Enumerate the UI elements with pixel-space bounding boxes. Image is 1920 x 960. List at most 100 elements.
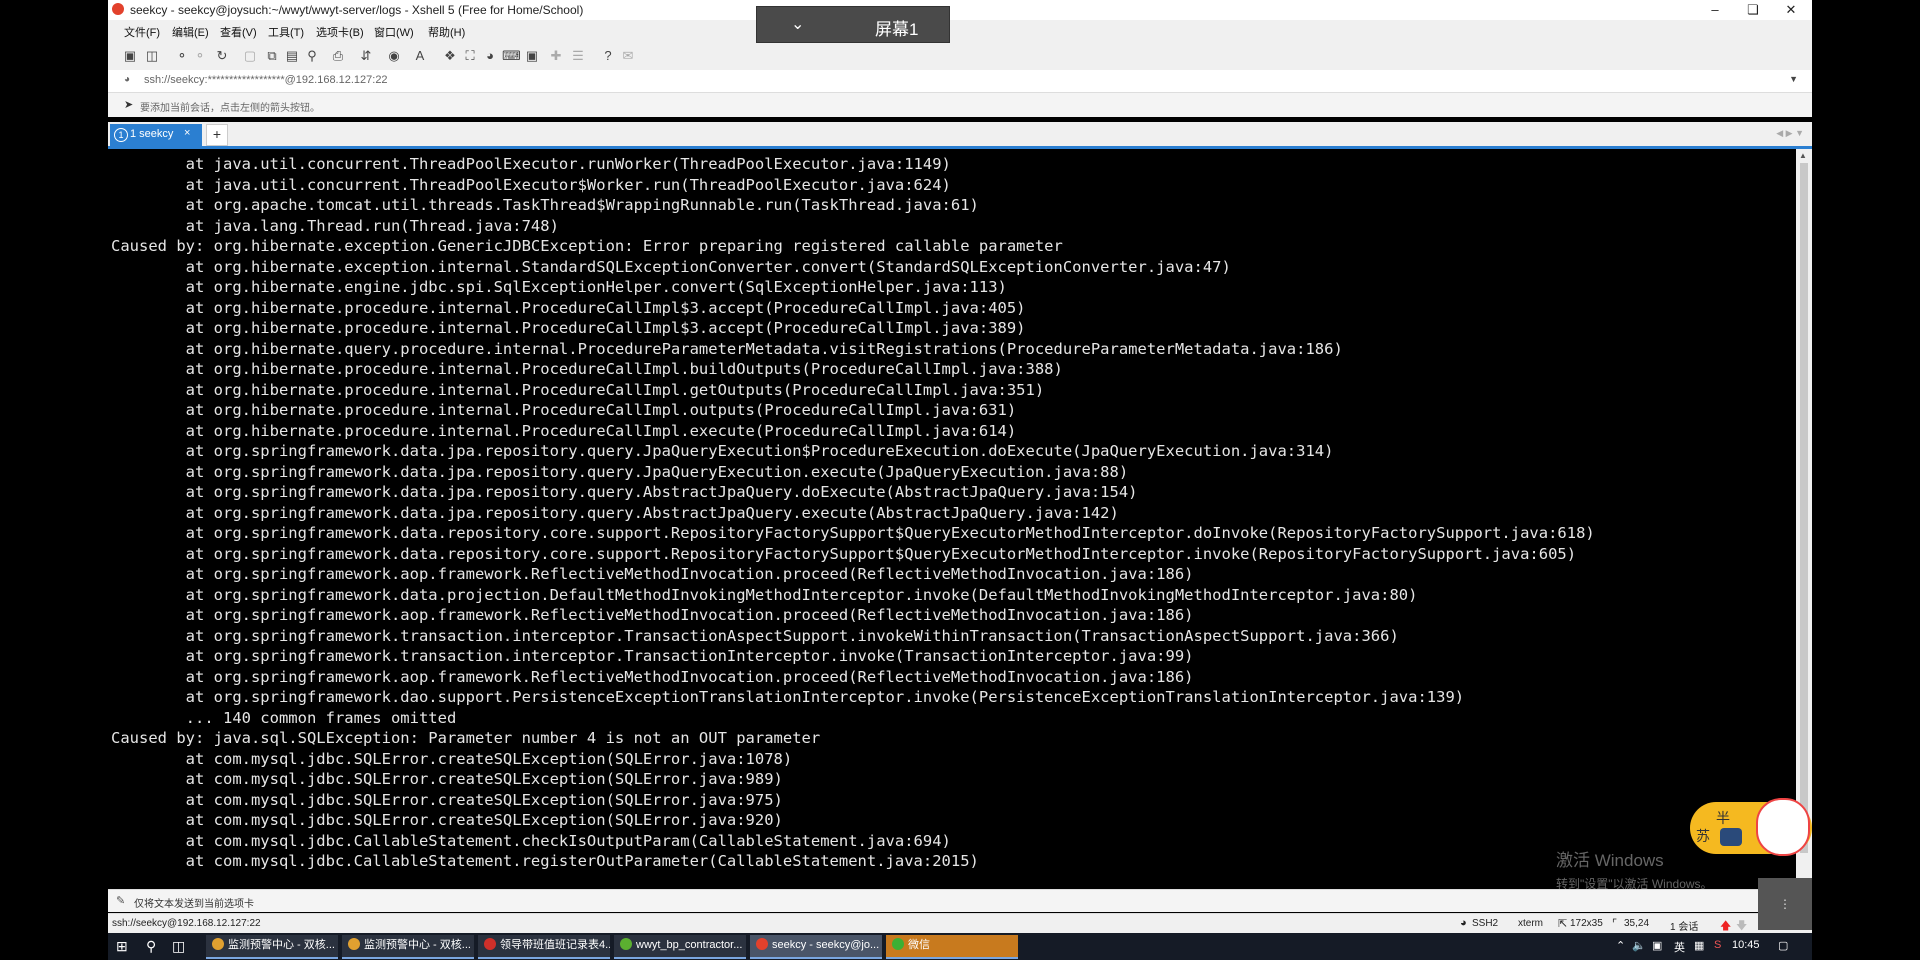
fullscreen-icon[interactable]: ⛶: [462, 48, 478, 64]
close-icon[interactable]: ✕: [1772, 0, 1810, 20]
terminal-line: Caused by: java.sql.SQLException: Parame…: [111, 729, 821, 747]
help-icon[interactable]: ?: [600, 48, 616, 64]
menu-view[interactable]: 查看(V): [220, 24, 257, 40]
scrollbar-thumb[interactable]: [1800, 163, 1808, 853]
tab-nav-icon[interactable]: ◀ ▶ ▼: [1776, 128, 1804, 139]
notepad-icon: [620, 938, 632, 950]
menu-file[interactable]: 文件(F): [124, 24, 160, 40]
transfer-icon[interactable]: ⇵: [358, 48, 374, 64]
copy-icon[interactable]: ⧉: [264, 48, 280, 64]
menu-tools[interactable]: 工具(T): [268, 24, 304, 40]
terminal-line: at com.mysql.jdbc.CallableStatement.chec…: [111, 831, 951, 850]
script-icon[interactable]: ❖: [442, 48, 458, 64]
widget-char-2: 苏: [1696, 828, 1710, 844]
globe-icon[interactable]: ◉: [386, 48, 402, 64]
wechat-icon: [892, 938, 904, 950]
clock-time[interactable]: 10:45: [1732, 939, 1760, 951]
terminal-line: at org.springframework.aop.framework.Ref…: [111, 606, 1194, 624]
terminal-line: at org.hibernate.engine.jdbc.spi.SqlExce…: [111, 278, 1007, 296]
taskbar-item-wps[interactable]: 领导带班值班记录表4...: [478, 935, 610, 959]
activation-title: 激活 Windows: [1556, 851, 1664, 870]
compose-icon[interactable]: ▣: [524, 48, 540, 64]
scroll-up-icon[interactable]: ▲: [1799, 151, 1807, 160]
terminal-output[interactable]: at java.util.concurrent.ThreadPoolExecut…: [108, 149, 1796, 884]
properties-icon[interactable]: ▢: [242, 48, 258, 64]
add-session-arrow-icon[interactable]: ➤: [124, 98, 133, 111]
screen-banner[interactable]: ⌄ 屏幕1: [756, 6, 950, 43]
screen-banner-label: 屏幕1: [875, 20, 919, 39]
paste-icon[interactable]: ▤: [284, 48, 300, 64]
notification-icon[interactable]: ▢: [1778, 939, 1788, 952]
windows-taskbar: ⊞ ⚲ ◫ 监测预警中心 - 双核... 监测预警中心 - 双核... 领导带班…: [108, 933, 1812, 960]
tray-chevron-up-icon[interactable]: ⌃: [1616, 939, 1625, 952]
restore-icon[interactable]: ❏: [1734, 0, 1772, 20]
volume-icon[interactable]: 🔈: [1632, 939, 1646, 952]
terminal-line: Caused by: org.hibernate.exception.Gener…: [111, 237, 1063, 255]
new-session-icon[interactable]: ▣: [122, 48, 138, 64]
taskbar-item-wechat[interactable]: 微信: [886, 935, 1018, 959]
input-language[interactable]: 英: [1674, 939, 1685, 955]
task-view-icon[interactable]: ◫: [172, 938, 185, 955]
new-tab-button[interactable]: +: [206, 124, 228, 146]
taskbar-item-browser-2[interactable]: 监测预警中心 - 双核...: [342, 935, 474, 959]
compose-icon[interactable]: ✎: [116, 894, 125, 907]
wps-icon: [484, 938, 496, 950]
open-folder-icon[interactable]: ◫: [144, 48, 160, 64]
terminal-line: at org.springframework.data.repository.c…: [111, 544, 1577, 563]
mascot-widget[interactable]: 半 苏: [1690, 798, 1812, 856]
xshell-icon: [756, 938, 768, 950]
taskbar-item-browser-1[interactable]: 监测预警中心 - 双核...: [206, 935, 338, 959]
chevron-down-icon[interactable]: ▼: [1789, 74, 1798, 84]
menu-edit[interactable]: 编辑(E): [172, 24, 209, 40]
browser-icon: [212, 938, 224, 950]
chevron-down-icon[interactable]: ⌄: [791, 14, 804, 34]
terminal-line: at org.hibernate.procedure.internal.Proc…: [111, 298, 1026, 317]
ime-icon[interactable]: ▦: [1694, 939, 1704, 952]
terminal-line: at org.springframework.aop.framework.Ref…: [111, 667, 1194, 686]
network-icon[interactable]: ▣: [1652, 939, 1662, 952]
list-icon[interactable]: ☰: [570, 48, 586, 64]
sogou-icon[interactable]: S: [1714, 939, 1721, 951]
terminal-text: at java.util.concurrent.ThreadPoolExecut…: [111, 154, 1595, 872]
menu-bar: 文件(F) 编辑(E) 查看(V) 工具(T) 选项卡(B) 窗口(W) 帮助(…: [108, 20, 1812, 42]
add-icon[interactable]: ✚: [548, 48, 564, 64]
menu-window[interactable]: 窗口(W): [374, 24, 414, 40]
terminal-line: at org.springframework.data.jpa.reposito…: [111, 442, 1334, 460]
compose-bar-text[interactable]: 仅将文本发送到当前选项卡: [134, 895, 254, 910]
disconnect-icon[interactable]: ⚬: [192, 48, 208, 64]
menu-help[interactable]: 帮助(H): [428, 24, 465, 40]
search-icon[interactable]: ⚲: [146, 938, 156, 955]
minimize-icon[interactable]: –: [1696, 0, 1734, 20]
terminal-line: at com.mysql.jdbc.SQLError.createSQLExce…: [111, 749, 793, 768]
reconnect-icon[interactable]: ↻: [214, 48, 230, 64]
font-icon[interactable]: A: [412, 48, 428, 64]
status-bar: ssh://seekcy@192.168.12.127:22 ◕ SSH2 xt…: [108, 913, 1812, 934]
find-icon[interactable]: ⚲: [304, 48, 320, 64]
terminal-line: at org.hibernate.procedure.internal.Proc…: [111, 421, 1017, 440]
taskbar-item-notepad[interactable]: wwyt_bp_contractor...: [614, 935, 746, 959]
tab-index: 1: [114, 128, 128, 142]
session-hint-text: 要添加当前会话，点击左侧的箭头按钮。: [140, 103, 320, 114]
terminal-line: at org.springframework.aop.framework.Ref…: [111, 565, 1194, 583]
terminal-line: at org.apache.tomcat.util.threads.TaskTh…: [111, 196, 979, 214]
terminal-line: at org.springframework.dao.support.Persi…: [111, 688, 1465, 706]
address-field[interactable]: ssh://seekcy:******************@192.168.…: [144, 74, 388, 86]
print-icon[interactable]: ⎙: [330, 48, 346, 64]
windows-start-icon[interactable]: ⊞: [116, 938, 128, 955]
terminal-line: at org.springframework.data.jpa.reposito…: [111, 503, 1119, 522]
tab-close-icon[interactable]: ×: [184, 127, 190, 139]
shirt-icon: [1720, 828, 1742, 846]
chat-icon[interactable]: ✉: [620, 48, 636, 64]
terminal-line: at org.hibernate.procedure.internal.Proc…: [111, 360, 1063, 378]
window-title: seekcy - seekcy@joysuch:~/wwyt/wwyt-serv…: [130, 3, 584, 17]
terminal-line: at java.lang.Thread.run(Thread.java:748): [111, 216, 559, 235]
keyboard-icon[interactable]: ⌨: [502, 48, 521, 64]
connect-icon[interactable]: ⚬: [174, 48, 190, 64]
side-menu-button[interactable]: ⋮: [1758, 878, 1812, 930]
cursor-icon: ⌜: [1612, 918, 1618, 930]
lock-icon[interactable]: ◕: [482, 48, 498, 64]
taskbar-item-xshell[interactable]: seekcy - seekcy@jo...: [750, 935, 882, 959]
menu-tabs[interactable]: 选项卡(B): [316, 24, 364, 40]
terminal-scrollbar[interactable]: ▲: [1796, 149, 1812, 884]
tab-session-1[interactable]: 1 1 seekcy ×: [110, 124, 202, 146]
